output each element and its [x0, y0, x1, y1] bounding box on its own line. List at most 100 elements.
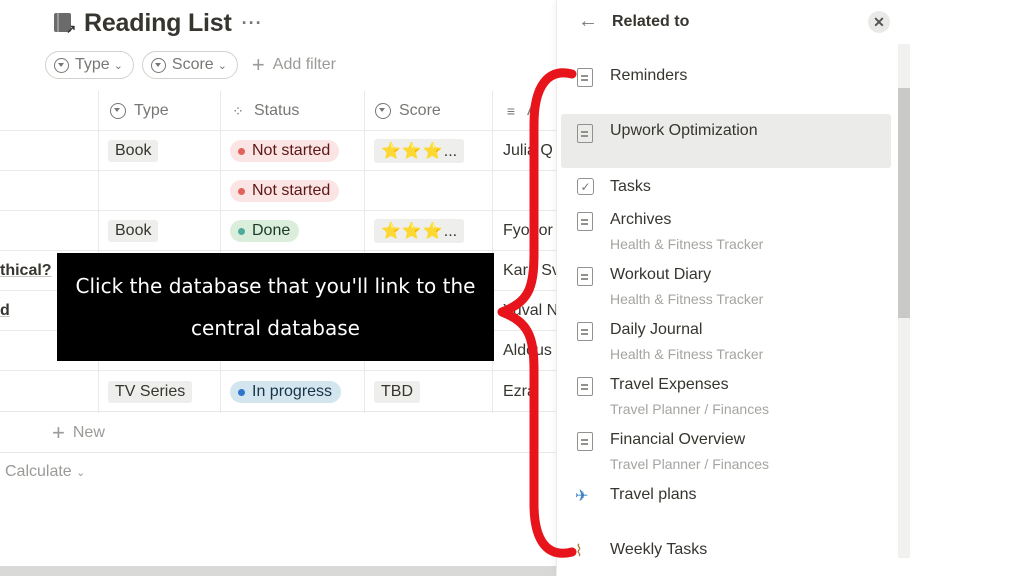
option-path: Travel Planner / Finances	[610, 401, 769, 417]
page-icon	[575, 68, 595, 88]
database-option-weekly-tasks[interactable]: ⌇ Weekly Tasks	[561, 538, 891, 564]
title-row: ↗ Reading List ···	[52, 6, 263, 40]
author-cell[interactable]: Yuval N	[503, 291, 556, 331]
score-tag: ⭐⭐⭐...	[374, 139, 465, 163]
column-label: Type	[134, 102, 169, 119]
new-row-button[interactable]: + New	[52, 422, 105, 444]
chevron-down-icon: ⌄	[76, 467, 86, 479]
status-icon: ⁘	[232, 102, 244, 119]
type-cell[interactable]: Book	[108, 211, 159, 251]
option-name: Upwork Optimization	[610, 122, 758, 139]
close-button[interactable]: ✕	[868, 11, 890, 33]
table-row[interactable]: Book Done ⭐⭐⭐... Fyodor	[0, 211, 556, 251]
column-header-score[interactable]: Score	[375, 91, 441, 131]
option-name: Travel Expenses	[610, 376, 729, 393]
status-cell[interactable]: Not started	[230, 131, 340, 171]
score-cell[interactable]: TBD	[374, 372, 420, 412]
column-label: Score	[399, 102, 441, 119]
type-tag: Book	[108, 140, 159, 162]
panel-title: Related to	[612, 13, 690, 30]
author-cell[interactable]: Kara Sv	[503, 251, 556, 291]
page-icon	[575, 377, 595, 397]
page-icon	[575, 212, 595, 232]
option-name: Daily Journal	[610, 321, 703, 338]
new-row-label: New	[72, 424, 105, 441]
option-path: Health & Fitness Tracker	[610, 346, 764, 362]
column-label: Status	[254, 102, 300, 119]
filter-chip-type[interactable]: Type ⌄	[45, 51, 134, 79]
table-row[interactable]: Not started	[0, 171, 556, 211]
author-cell[interactable]: Aldous	[503, 331, 552, 371]
select-icon	[375, 103, 391, 119]
text-icon: ≡	[506, 103, 516, 119]
status-cell[interactable]: Done	[230, 211, 300, 251]
score-tag: ⭐⭐⭐...	[374, 219, 465, 243]
calculate-button[interactable]: Calculate ⌄	[5, 463, 85, 481]
scroll-thumb[interactable]	[898, 88, 910, 318]
page-title[interactable]: Reading List	[84, 9, 232, 38]
table-row[interactable]: Book Not started ⭐⭐⭐... Julia Q	[0, 131, 556, 171]
score-cell[interactable]: ⭐⭐⭐...	[374, 211, 465, 251]
status-badge: In progress	[230, 381, 342, 403]
option-name: Workout Diary	[610, 266, 712, 283]
column-header-author[interactable]: ≡ A	[503, 91, 538, 131]
select-icon	[54, 57, 69, 73]
add-filter-button[interactable]: + Add filter	[252, 54, 336, 76]
database-option-travel-expenses[interactable]: Travel Expenses Travel Planner / Finance…	[561, 373, 891, 419]
author-cell[interactable]: Julia Q	[503, 131, 553, 171]
panel-scrollbar[interactable]	[898, 44, 910, 558]
author-cell[interactable]: Ezra	[503, 372, 536, 412]
chevron-down-icon: ⌄	[113, 59, 123, 72]
page-icon	[575, 267, 595, 287]
horizontal-scrollbar[interactable]	[0, 566, 556, 576]
column-header-type[interactable]: Type	[110, 91, 169, 131]
option-name: Archives	[610, 211, 672, 228]
database-option-daily-journal[interactable]: Daily Journal Health & Fitness Tracker	[561, 318, 891, 364]
column-header-status[interactable]: ⁘ Status	[230, 91, 299, 131]
instruction-line-2: central database	[191, 316, 360, 340]
name-cell[interactable]: d	[0, 291, 10, 331]
page-icon	[575, 432, 595, 452]
calculate-label: Calculate	[5, 463, 72, 480]
table-row[interactable]: TV Series In progress TBD Ezra	[0, 372, 556, 412]
database-option-travel-plans[interactable]: ✈ Travel plans	[561, 483, 891, 509]
database-option-reminders[interactable]: Reminders	[561, 64, 891, 90]
database-option-tasks[interactable]: ✓ Tasks	[561, 174, 891, 200]
filter-bar: Type ⌄ Score ⌄ + Add filter	[45, 51, 336, 79]
database-option-archives[interactable]: Archives Health & Fitness Tracker	[561, 208, 891, 254]
panel-header: ← Related to ✕	[557, 0, 1024, 44]
score-cell[interactable]: ⭐⭐⭐...	[374, 131, 465, 171]
status-badge: Done	[230, 220, 300, 242]
filter-chip-label: Score	[171, 56, 214, 73]
option-name: Financial Overview	[610, 431, 746, 448]
status-badge: Not started	[230, 140, 340, 162]
status-cell[interactable]: In progress	[230, 372, 342, 412]
more-icon[interactable]: ···	[242, 13, 263, 34]
broom-icon: ⌇	[575, 543, 583, 560]
plus-icon: +	[251, 52, 265, 77]
option-name: Weekly Tasks	[610, 541, 708, 558]
filter-chip-score[interactable]: Score ⌄	[141, 51, 238, 79]
name-cell[interactable]: thical?	[0, 251, 52, 291]
related-to-panel: ← Related to ✕ Reminders Upwork Optimiza…	[556, 0, 1024, 576]
instruction-line-1: Click the database that you'll link to t…	[75, 274, 476, 298]
option-path: Health & Fitness Tracker	[610, 236, 764, 252]
database-option-upwork-optimization[interactable]: Upwork Optimization	[561, 114, 891, 168]
database-option-financial-overview[interactable]: Financial Overview Travel Planner / Fina…	[561, 428, 891, 474]
select-icon	[150, 57, 166, 73]
back-arrow-icon[interactable]: ←	[578, 10, 598, 33]
table-header: Type ⁘ Status Score ≡ A	[0, 91, 556, 131]
book-icon[interactable]: ↗	[52, 11, 76, 35]
page-icon	[575, 322, 595, 342]
database-option-workout-diary[interactable]: Workout Diary Health & Fitness Tracker	[561, 263, 891, 309]
option-name: Travel plans	[610, 486, 697, 503]
author-cell[interactable]: Fyodor	[503, 211, 553, 251]
add-filter-label: Add filter	[272, 56, 336, 73]
plus-icon: +	[52, 420, 65, 445]
close-icon: ✕	[873, 13, 885, 30]
select-icon	[110, 103, 126, 119]
type-cell[interactable]: Book	[108, 131, 159, 171]
type-cell[interactable]: TV Series	[108, 372, 193, 412]
chevron-down-icon: ⌄	[217, 59, 227, 72]
status-cell[interactable]: Not started	[230, 171, 340, 211]
